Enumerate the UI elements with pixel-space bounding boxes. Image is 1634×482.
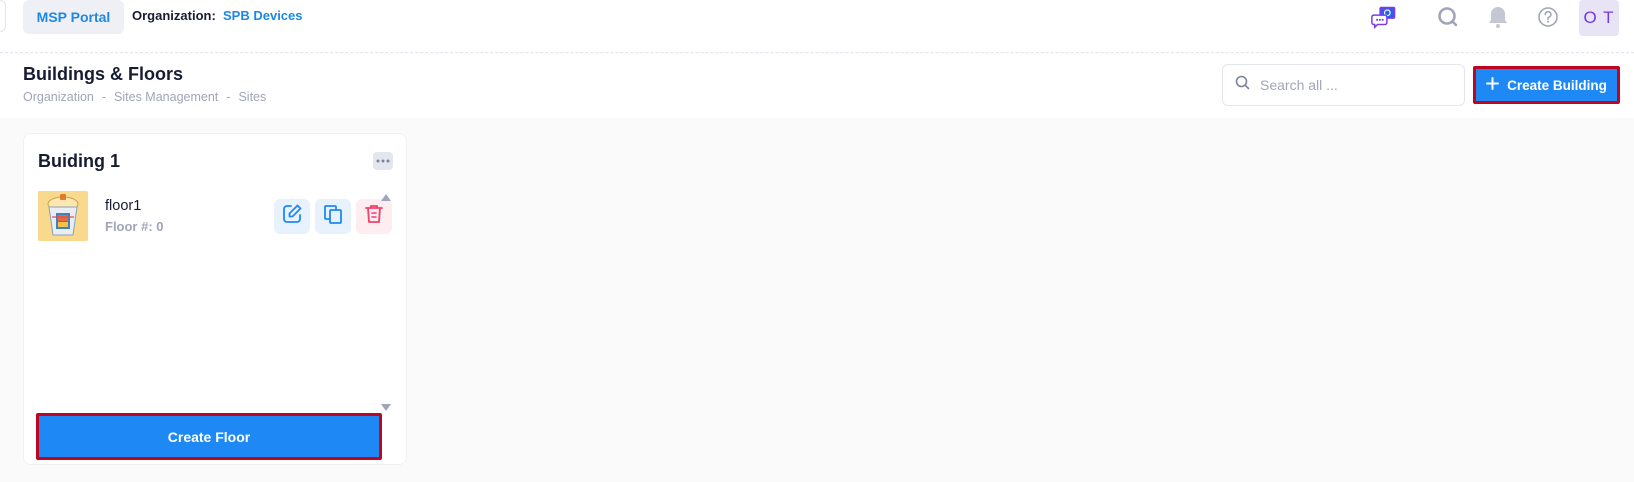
search-icon (1235, 75, 1250, 95)
organization-label: Organization: (132, 8, 216, 23)
delete-floor-button[interactable] (356, 199, 392, 234)
floor-thumbnail (38, 191, 88, 241)
bell-icon[interactable] (1483, 2, 1513, 32)
help-icon[interactable] (1533, 2, 1563, 32)
breadcrumb-item-sites-management[interactable]: Sites Management (114, 90, 218, 104)
plus-icon (1486, 77, 1500, 93)
more-options-icon[interactable] (373, 152, 393, 170)
user-avatar[interactable]: O T (1579, 0, 1619, 36)
floor-number: Floor #: 0 (105, 219, 164, 234)
floor-list-item[interactable]: floor1 Floor #: 0 (38, 191, 392, 243)
breadcrumb-separator: - (101, 90, 107, 104)
edit-icon (280, 202, 304, 231)
breadcrumb-item-organization[interactable]: Organization (23, 90, 94, 104)
chat-ai-icon[interactable] (1370, 2, 1400, 32)
search-icon[interactable] (1433, 2, 1463, 32)
create-building-button[interactable]: Create Building (1473, 66, 1620, 104)
top-bar: MSP Portal Organization: SPB Devices O T (0, 0, 1634, 53)
trash-icon (363, 203, 385, 230)
page-title: Buildings & Floors (23, 64, 183, 84)
copy-icon (322, 203, 344, 230)
sidebar-toggle[interactable] (0, 0, 6, 32)
msp-portal-button[interactable]: MSP Portal (23, 0, 124, 34)
breadcrumb-separator: - (226, 90, 231, 104)
duplicate-floor-button[interactable] (315, 199, 351, 234)
breadcrumb: Organization - Sites Management - Sites (23, 90, 266, 104)
page-header: Buildings & Floors Organization - Sites … (0, 54, 1634, 118)
edit-floor-button[interactable] (274, 199, 310, 234)
organization-name-link[interactable]: SPB Devices (223, 8, 303, 23)
create-floor-button[interactable]: Create Floor (36, 413, 382, 460)
building-title: Buiding 1 (38, 151, 120, 171)
scroll-up-arrow[interactable] (381, 194, 391, 201)
search-box[interactable] (1222, 64, 1465, 106)
search-input[interactable] (1260, 77, 1450, 93)
create-building-label: Create Building (1507, 77, 1607, 93)
building-card: Buiding 1 floor1 Floor #: 0 Create Floor (23, 133, 407, 465)
scroll-down-arrow[interactable] (381, 404, 391, 411)
floor-name: floor1 (105, 198, 142, 214)
breadcrumb-item-sites: Sites (238, 90, 267, 104)
